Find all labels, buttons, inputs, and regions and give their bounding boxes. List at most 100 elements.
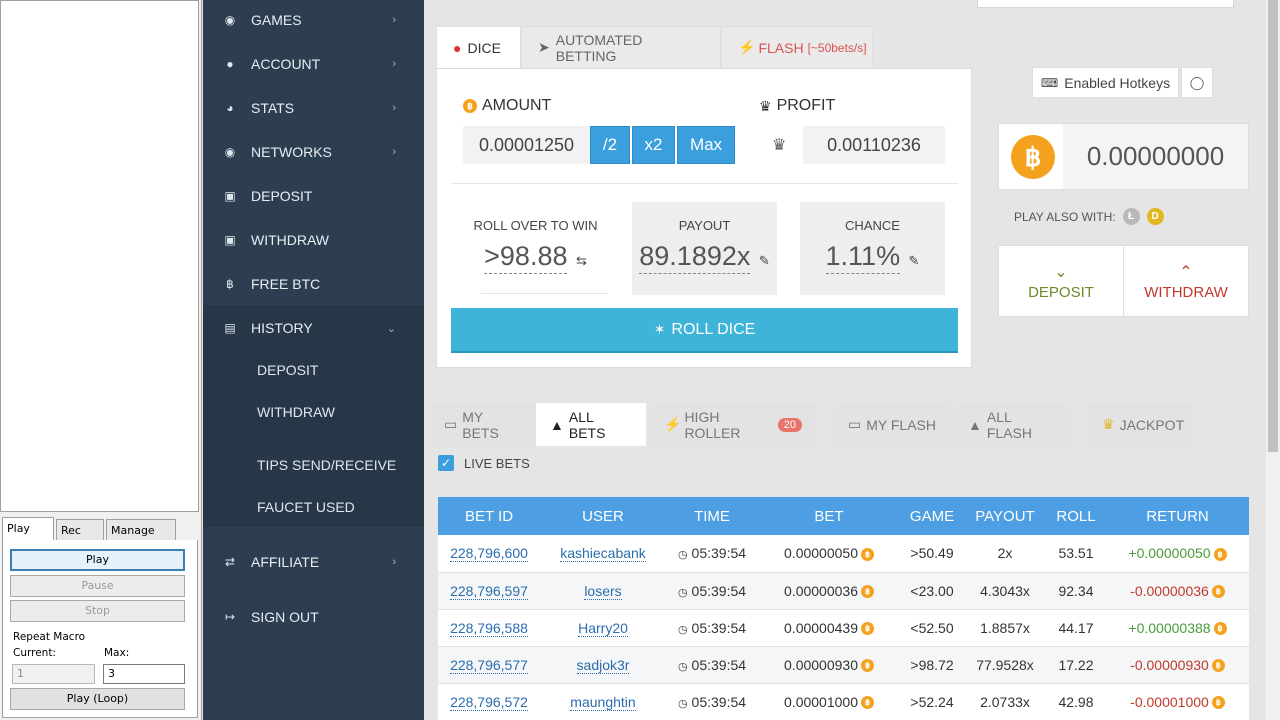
user-cell: Harry20: [540, 609, 666, 647]
macro-tab-manage[interactable]: Manage: [106, 519, 176, 541]
bet-id-link[interactable]: 228,796,577: [450, 656, 528, 674]
tab-automated-betting[interactable]: ➤ AUTOMATED BETTING: [521, 26, 721, 69]
dogecoin-icon[interactable]: D: [1146, 208, 1164, 225]
bet-id-link[interactable]: 228,796,600: [450, 545, 528, 563]
nav-games-label: GAMES: [251, 12, 302, 28]
chevron-right-icon: ›: [392, 58, 396, 70]
nav-history[interactable]: ▤ HISTORY ⌄: [203, 306, 424, 350]
max-label: Max:: [104, 647, 130, 659]
profit-input[interactable]: 0.00110236: [803, 126, 945, 164]
litecoin-icon[interactable]: Ł: [1122, 208, 1140, 225]
user-link[interactable]: maunghtin: [570, 693, 636, 711]
hotkeys-button[interactable]: ⌨ Enabled Hotkeys: [1032, 67, 1179, 98]
binoculars-icon: ▲: [550, 416, 564, 433]
nav-stats[interactable]: ◕ STATS ›: [203, 86, 424, 130]
nav-games[interactable]: ◉ GAMES ›: [203, 0, 424, 42]
table-row: 228,796,597 losers ◷ 05:39:54 0.00000036 ฿ <23…: [438, 572, 1249, 610]
shuffle-icon: ⇄: [224, 555, 236, 569]
nav-account[interactable]: ● ACCOUNT ›: [203, 42, 424, 86]
chance-box[interactable]: CHANCE 1.11% ✎: [800, 202, 945, 295]
col-game[interactable]: GAME: [900, 497, 964, 535]
col-return[interactable]: RETURN: [1106, 497, 1249, 535]
macro-tab-play[interactable]: Play: [2, 517, 54, 541]
divider: [481, 293, 608, 294]
macro-tabs: Play Rec Manage: [2, 517, 198, 541]
max-field[interactable]: 3: [103, 664, 185, 684]
bet-id-link[interactable]: 228,796,572: [450, 693, 528, 711]
tab-my-flash[interactable]: ▭ MY FLASH: [834, 403, 951, 446]
nav-affiliate[interactable]: ⇄ AFFILIATE ›: [203, 540, 424, 584]
col-bet[interactable]: BET: [758, 497, 900, 535]
play-button[interactable]: Play: [10, 549, 185, 571]
user-link[interactable]: kashiecabank: [560, 545, 646, 563]
withdraw-button[interactable]: ⌃ WITHDRAW: [1123, 245, 1249, 317]
history-sub-deposit[interactable]: DEPOSIT: [203, 362, 424, 378]
tab-all-bets-label: ALL BETS: [568, 408, 606, 441]
roll-over-box[interactable]: ROLL OVER TO WIN >98.88 ⇆: [463, 202, 608, 295]
deposit-button[interactable]: ⌄ DEPOSIT: [998, 245, 1124, 317]
stop-button[interactable]: Stop: [10, 600, 185, 622]
tab-jackpot[interactable]: ♛ JACKPOT: [1088, 403, 1193, 446]
nav-deposit-label: DEPOSIT: [251, 188, 313, 204]
swap-icon[interactable]: ⇆: [576, 253, 587, 268]
roll-dice-button[interactable]: ✶ ROLL DICE: [451, 308, 958, 353]
max-button[interactable]: Max: [677, 126, 735, 164]
col-roll[interactable]: ROLL: [1046, 497, 1106, 535]
time-cell: ◷ 05:39:54: [666, 609, 758, 647]
pause-button[interactable]: Pause: [10, 575, 185, 597]
table-row: 228,796,572 maunghtin ◷ 05:39:54 0.00001000 ฿…: [438, 683, 1249, 720]
bet-id-link[interactable]: 228,796,597: [450, 582, 528, 600]
nav-sign-out[interactable]: ↦ SIGN OUT: [203, 595, 424, 639]
history-sub-tips[interactable]: TIPS SEND/RECEIVE: [203, 457, 424, 473]
pencil-icon[interactable]: ✎: [759, 253, 770, 268]
scrollbar-thumb[interactable]: [1268, 0, 1278, 452]
nav-affiliate-label: AFFILIATE: [251, 554, 320, 570]
amount-header: ฿ AMOUNT: [463, 97, 551, 115]
nav-deposit[interactable]: ▣ DEPOSIT: [203, 174, 424, 218]
current-field[interactable]: 1: [12, 664, 95, 684]
lightbulb-button[interactable]: ◯: [1181, 67, 1213, 98]
col-time[interactable]: TIME: [666, 497, 758, 535]
binoculars-icon: ▲: [968, 416, 982, 433]
user-link[interactable]: losers: [584, 582, 622, 600]
page-scrollbar[interactable]: [1266, 0, 1280, 720]
play-loop-button[interactable]: Play (Loop): [10, 688, 185, 710]
return-cell: +0.00000050 ฿: [1106, 535, 1249, 573]
bitcoin-icon: ฿: [1213, 548, 1227, 562]
pencil-icon[interactable]: ✎: [909, 253, 920, 268]
time-cell: ◷ 05:39:54: [666, 683, 758, 720]
col-bet-id[interactable]: BET ID: [438, 497, 540, 535]
tab-dice[interactable]: ● DICE: [436, 26, 521, 69]
tab-flash[interactable]: ⚡ FLASH [~50bets/s]: [721, 26, 873, 69]
col-user[interactable]: USER: [540, 497, 666, 535]
tab-all-bets[interactable]: ▲ ALL BETS: [536, 403, 646, 446]
payout-box[interactable]: PAYOUT 89.1892x ✎: [632, 202, 777, 295]
nav-withdraw-label: WITHDRAW: [251, 232, 330, 248]
user-link[interactable]: sadjok3r: [576, 656, 630, 674]
nav-withdraw[interactable]: ▣ WITHDRAW: [203, 218, 424, 262]
chevron-right-icon: ›: [392, 14, 396, 26]
bet-id-link[interactable]: 228,796,588: [450, 619, 528, 637]
col-payout[interactable]: PAYOUT: [964, 497, 1046, 535]
user-cell: kashiecabank: [540, 535, 666, 573]
history-sub-withdraw[interactable]: WITHDRAW: [203, 404, 424, 420]
amount-input[interactable]: 0.00001250: [463, 126, 590, 164]
user-link[interactable]: Harry20: [578, 619, 628, 637]
nav-networks[interactable]: ◉ NETWORKS ›: [203, 130, 424, 174]
double-button[interactable]: x2: [632, 126, 675, 164]
half-button[interactable]: /2: [590, 126, 630, 164]
tab-my-bets[interactable]: ▭ MY BETS: [430, 403, 536, 446]
monitor-icon: ▭: [444, 416, 458, 432]
live-bets-toggle[interactable]: ✓ LIVE BETS: [438, 455, 530, 471]
bet-id-cell: 228,796,577: [438, 646, 540, 684]
roll-dice-label: ROLL DICE: [671, 320, 756, 338]
tab-high-roller[interactable]: ⚡ HIGH ROLLER 20: [650, 403, 816, 446]
bitcoin-icon: ฿: [226, 277, 234, 291]
checkbox-checked-icon[interactable]: ✓: [438, 455, 454, 471]
nav-free-btc[interactable]: ฿ FREE BTC: [203, 262, 424, 306]
macro-tab-rec[interactable]: Rec: [56, 519, 104, 541]
tab-my-flash-label: MY FLASH: [866, 416, 936, 433]
tab-flash-rate: [~50bets/s]: [807, 40, 867, 55]
tab-all-flash[interactable]: ▲ ALL FLASH: [954, 403, 1070, 446]
history-sub-faucet[interactable]: FAUCET USED: [203, 499, 424, 515]
